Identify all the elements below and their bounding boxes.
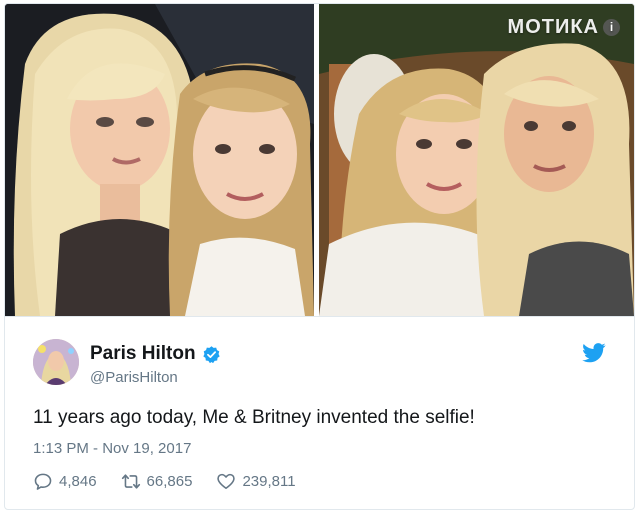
author-name-row: Paris Hilton [90,343,221,365]
avatar[interactable] [33,339,79,385]
author-name[interactable]: Paris Hilton [90,343,196,365]
info-icon[interactable]: i [603,19,620,36]
retweet-count: 66,865 [146,473,193,490]
tweet-card: МОТИКА i Paris Hilton @ParisHilton 11 ye… [4,3,635,510]
tweet-media: МОТИКА i [5,4,634,316]
tweet-photo-right[interactable]: МОТИКА i [319,4,634,316]
tweet-photo-left[interactable] [5,4,314,316]
selfie-photo-1 [5,4,314,316]
retweet-button[interactable]: 66,865 [121,472,193,491]
like-button[interactable]: 239,811 [216,472,296,491]
reply-button[interactable]: 4,846 [33,472,97,491]
watermark-brand: МОТИКА [507,16,599,38]
verified-badge-icon [202,345,220,363]
tweet-timestamp[interactable]: 1:13 PM - Nov 19, 2017 [33,440,191,457]
reply-count: 4,846 [59,473,97,490]
selfie-photo-2 [319,4,634,316]
twitter-bird-icon[interactable] [582,343,606,363]
tweet-body: Paris Hilton @ParisHilton 11 years ago t… [5,316,634,509]
author-handle[interactable]: @ParisHilton [90,369,178,386]
reply-icon [34,473,52,490]
like-count: 239,811 [242,473,296,490]
watermark: МОТИКА i [508,16,620,39]
like-icon [217,473,236,490]
tweet-text: 11 years ago today, Me & Britney invente… [33,407,475,428]
retweet-icon [121,474,140,489]
tweet-actions: 4,846 66,865 239,811 [33,472,320,491]
